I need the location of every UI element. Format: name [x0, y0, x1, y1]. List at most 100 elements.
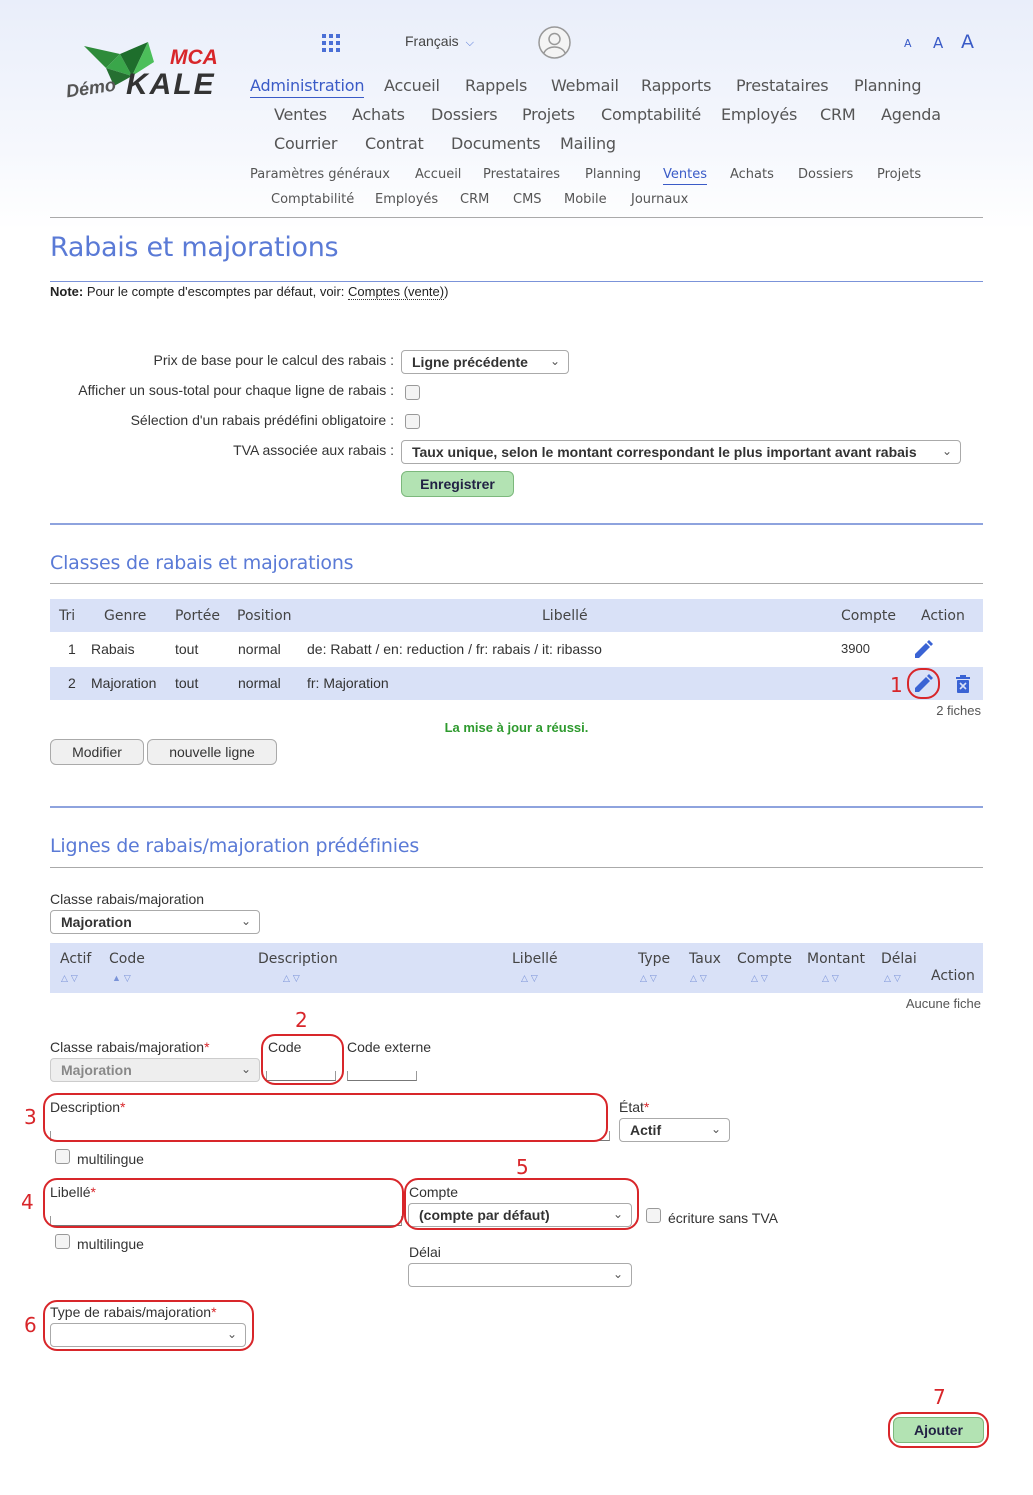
- subtotal-label: Afficher un sous-total pour chaque ligne…: [78, 382, 394, 398]
- subnav-employes[interactable]: Employés: [375, 192, 438, 207]
- subnav-prestataires[interactable]: Prestataires: [483, 167, 560, 182]
- lines-class-select[interactable]: Majoration ⌄: [50, 910, 260, 934]
- annotation-number-5: 5: [516, 1155, 529, 1179]
- lines-class-value: Majoration: [61, 914, 132, 930]
- sort-delai-icon[interactable]: △▽: [884, 973, 904, 984]
- form-class-label: Classe rabais/majoration*: [50, 1039, 210, 1055]
- col-compte[interactable]: Compte: [737, 951, 792, 967]
- col-type[interactable]: Type: [638, 951, 670, 967]
- col-tri[interactable]: Tri: [59, 608, 75, 624]
- chevron-down-icon: ⌄: [240, 914, 251, 928]
- sort-montant-icon[interactable]: △▽: [822, 973, 842, 984]
- col-compte[interactable]: Compte: [841, 608, 896, 624]
- classes-title: Classes de rabais et majorations: [50, 552, 354, 574]
- description-multilingual-checkbox[interactable]: [55, 1149, 70, 1164]
- delay-select[interactable]: ⌄: [408, 1263, 632, 1287]
- sort-taux-icon[interactable]: △▽: [690, 973, 710, 984]
- no-vat-checkbox[interactable]: [646, 1208, 661, 1223]
- subnav-cms[interactable]: CMS: [513, 192, 542, 207]
- cell-portee: tout: [175, 641, 199, 657]
- col-delai[interactable]: Délai: [881, 951, 917, 967]
- subnav-accueil[interactable]: Accueil: [415, 167, 461, 182]
- vat-label: TVA associée aux rabais :: [233, 442, 394, 458]
- annotation-number-3: 3: [24, 1105, 37, 1129]
- ext-code-input[interactable]: [347, 1071, 417, 1081]
- note-text: Pour le compte d'escomptes par défaut, v…: [83, 284, 348, 299]
- subnav-planning[interactable]: Planning: [585, 167, 641, 182]
- col-action: Action: [921, 608, 965, 624]
- subnav-journaux[interactable]: Journaux: [631, 192, 688, 207]
- annotation-number-2: 2: [295, 1008, 308, 1032]
- cell-genre: Rabais: [91, 641, 135, 657]
- cell-compte: 3900: [841, 641, 870, 656]
- chevron-down-icon: ⌄: [941, 444, 952, 458]
- cell-tri: 1: [68, 641, 76, 657]
- lines-title-divider: [50, 867, 983, 868]
- cell-position: normal: [238, 675, 281, 691]
- state-select[interactable]: Actif ⌄: [619, 1118, 730, 1142]
- header-divider: [50, 217, 983, 218]
- lines-table-header: Actif △▽ Code ▲▽ Description △▽ Libellé …: [50, 943, 983, 993]
- table-row[interactable]: 2 Majoration tout normal fr: Majoration: [50, 667, 983, 700]
- classes-title-divider: [50, 583, 983, 584]
- predefined-label: Sélection d'un rabais prédéfini obligato…: [130, 412, 394, 428]
- cell-genre: Majoration: [91, 675, 157, 691]
- sort-libelle-icon[interactable]: △▽: [521, 973, 541, 984]
- classes-table-header: Tri Genre Portée Position Libellé Compte…: [50, 599, 983, 632]
- col-actif[interactable]: Actif: [60, 951, 91, 967]
- col-position[interactable]: Position: [237, 608, 292, 624]
- base-price-value: Ligne précédente: [412, 354, 528, 370]
- annotation-number-6: 6: [24, 1313, 37, 1337]
- sort-type-icon[interactable]: △▽: [640, 973, 660, 984]
- sort-compte-icon[interactable]: △▽: [751, 973, 771, 984]
- sub-nav: Paramètres généraux Accueil Prestataires…: [0, 0, 1033, 215]
- save-button[interactable]: Enregistrer: [401, 471, 514, 497]
- state-label: État*: [619, 1099, 650, 1115]
- subnav-comptabilite[interactable]: Comptabilité: [271, 192, 354, 207]
- subtotal-checkbox[interactable]: [405, 385, 420, 400]
- subnav-achats[interactable]: Achats: [730, 167, 774, 182]
- subnav-mobile[interactable]: Mobile: [564, 192, 607, 207]
- table-row[interactable]: 1 Rabais tout normal de: Rabatt / en: re…: [50, 633, 983, 666]
- libelle-multilingual-checkbox[interactable]: [55, 1234, 70, 1249]
- col-action: Action: [931, 968, 975, 984]
- cell-tri: 2: [68, 675, 76, 691]
- chevron-down-icon: ⌄: [240, 1062, 251, 1076]
- subnav-projets[interactable]: Projets: [877, 167, 921, 182]
- state-value: Actif: [630, 1122, 662, 1138]
- chevron-down-icon: ⌄: [710, 1122, 721, 1136]
- note-link[interactable]: Comptes (vente): [348, 284, 445, 300]
- sort-actif-icon[interactable]: △▽: [61, 973, 81, 984]
- chevron-down-icon: ⌄: [612, 1267, 623, 1281]
- col-code[interactable]: Code: [109, 951, 145, 967]
- subnav-crm[interactable]: CRM: [460, 192, 489, 207]
- col-montant[interactable]: Montant: [807, 951, 865, 967]
- col-genre[interactable]: Genre: [104, 608, 146, 624]
- modify-button[interactable]: Modifier: [50, 739, 144, 765]
- form-class-value: Majoration: [61, 1062, 132, 1078]
- annotation-box-7: [888, 1412, 989, 1448]
- predefined-checkbox[interactable]: [405, 414, 420, 429]
- annotation-number-1: 1: [890, 673, 903, 697]
- base-price-select[interactable]: Ligne précédente ⌄: [401, 350, 569, 374]
- subnav-parametres[interactable]: Paramètres généraux: [250, 167, 390, 182]
- edit-pencil-icon[interactable]: [913, 640, 933, 660]
- sort-description-icon[interactable]: △▽: [283, 973, 303, 984]
- col-libelle[interactable]: Libellé: [512, 951, 558, 967]
- record-count: 2 fiches: [936, 703, 981, 718]
- note-end: ): [444, 284, 449, 299]
- new-line-button[interactable]: nouvelle ligne: [147, 739, 277, 765]
- col-libelle[interactable]: Libellé: [542, 608, 588, 624]
- description-multilingual-label: multilingue: [77, 1151, 144, 1167]
- col-portee[interactable]: Portée: [175, 608, 220, 624]
- col-taux[interactable]: Taux: [689, 951, 721, 967]
- subnav-dossiers[interactable]: Dossiers: [798, 167, 853, 182]
- delay-label: Délai: [409, 1244, 441, 1260]
- col-description[interactable]: Description: [258, 951, 338, 967]
- no-vat-label: écriture sans TVA: [668, 1210, 778, 1226]
- annotation-box-5: [404, 1178, 639, 1230]
- delete-trash-icon[interactable]: [955, 675, 971, 693]
- vat-select[interactable]: Taux unique, selon le montant correspond…: [401, 440, 961, 464]
- subnav-ventes[interactable]: Ventes: [663, 167, 707, 185]
- sort-code-icon[interactable]: ▲▽: [112, 973, 134, 984]
